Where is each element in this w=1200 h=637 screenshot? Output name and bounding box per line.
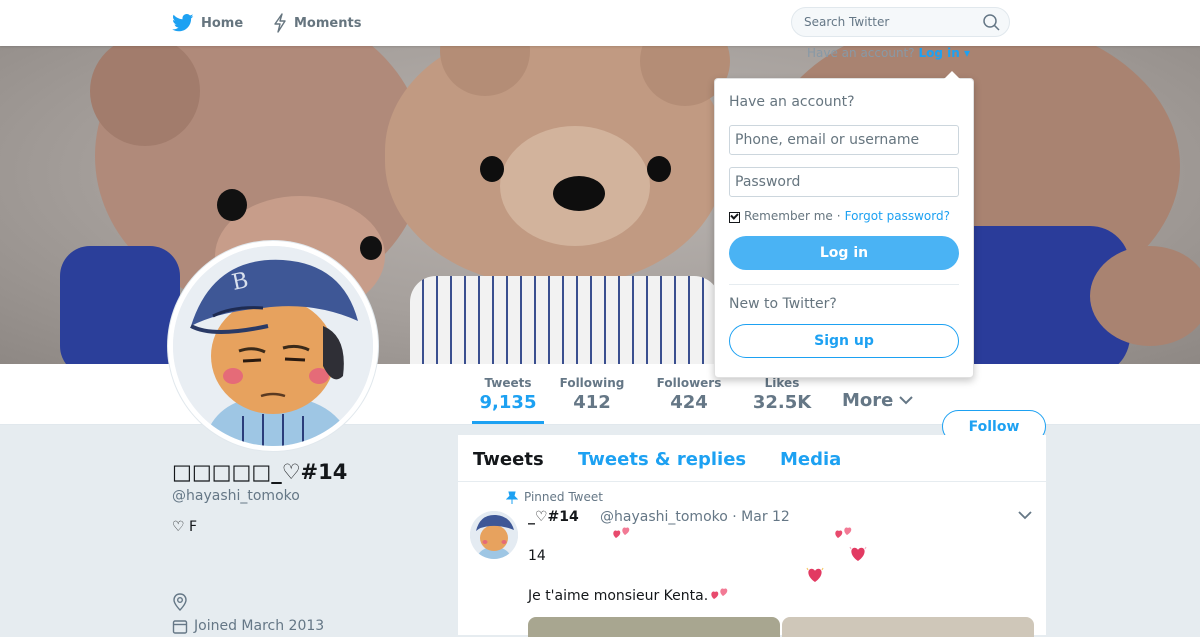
tab-tweets[interactable]: Tweets bbox=[473, 449, 544, 470]
stat-label: Followers bbox=[656, 376, 722, 390]
stat-following[interactable]: Following 412 bbox=[557, 364, 627, 424]
calendar-icon bbox=[172, 620, 188, 634]
top-nav-bar: Home Moments bbox=[0, 0, 1200, 46]
nav-home[interactable]: Home bbox=[172, 0, 243, 46]
more-button[interactable]: More bbox=[842, 390, 914, 411]
divider bbox=[729, 284, 959, 285]
banner-bear-left-eye bbox=[217, 189, 247, 221]
stat-label: Tweets bbox=[484, 376, 532, 390]
joined-date: Joined March 2013 bbox=[194, 618, 325, 634]
banner-bear-left-eye-2 bbox=[360, 236, 382, 260]
search-input[interactable] bbox=[792, 8, 984, 36]
twitter-bird-icon bbox=[172, 14, 194, 32]
profile-handle[interactable]: @hayashi_tomoko bbox=[172, 488, 300, 504]
tab-media[interactable]: Media bbox=[780, 449, 841, 470]
login-title: Have an account? bbox=[729, 94, 855, 110]
login-button[interactable]: Log in bbox=[729, 236, 959, 270]
banner-bear-center-nose bbox=[553, 176, 605, 211]
tweet-media-strip[interactable] bbox=[528, 617, 1034, 637]
sparkling-heart-icon bbox=[806, 567, 824, 582]
sparkling-heart-icon bbox=[849, 546, 867, 561]
stat-value: 424 bbox=[670, 392, 708, 413]
stat-value: 9,135 bbox=[479, 392, 537, 413]
search-icon[interactable] bbox=[983, 14, 1000, 31]
tweet-media-image[interactable] bbox=[782, 617, 1034, 637]
stat-label: Following bbox=[559, 376, 625, 390]
banner-bear-right-paw bbox=[1090, 246, 1200, 346]
pinned-indicator: Pinned Tweet bbox=[506, 490, 603, 504]
joined-row: Joined March 2013 bbox=[172, 618, 324, 634]
username-field[interactable] bbox=[729, 125, 959, 155]
tweet-media-image[interactable] bbox=[528, 617, 780, 637]
tweet-avatar[interactable] bbox=[470, 511, 518, 559]
profile-avatar[interactable]: B bbox=[168, 241, 378, 451]
tweet-text-line-2-row: Je t'aime monsieur Kenta. bbox=[528, 587, 730, 605]
remember-separator: · bbox=[836, 209, 841, 223]
tweet-text-line-2: Je t'aime monsieur Kenta. bbox=[528, 588, 709, 604]
stat-value: 412 bbox=[573, 392, 611, 413]
more-label: More bbox=[842, 390, 894, 411]
account-prompt: Have an account? bbox=[807, 46, 915, 60]
banner-bear-left-shirt bbox=[60, 246, 180, 364]
heart-icon bbox=[835, 527, 852, 538]
nav-home-label: Home bbox=[201, 15, 244, 31]
nav-moments[interactable]: Moments bbox=[273, 0, 361, 46]
dropdown-caret bbox=[944, 71, 960, 79]
stat-label: Likes bbox=[764, 376, 800, 390]
lightning-icon bbox=[274, 13, 286, 33]
tweet-meta[interactable]: @hayashi_tomoko · Mar 12 bbox=[600, 509, 790, 525]
login-link[interactable]: Log in ▾ bbox=[918, 46, 970, 60]
location-row bbox=[172, 593, 188, 615]
timeline: Tweets Tweets & replies Media Pinned Twe… bbox=[458, 435, 1046, 637]
profile-name[interactable]: □□□□□_♡#14 bbox=[172, 460, 347, 484]
heart-icon bbox=[613, 527, 630, 538]
remember-row: Remember me · Forgot password? bbox=[729, 209, 950, 223]
new-to-twitter-label: New to Twitter? bbox=[729, 296, 837, 312]
two-hearts-icon bbox=[711, 588, 728, 599]
account-login-link[interactable]: Have an account? Log in ▾ bbox=[807, 46, 970, 60]
nav-moments-label: Moments bbox=[294, 15, 362, 31]
location-pin-icon bbox=[173, 593, 187, 611]
stat-tweets[interactable]: Tweets 9,135 bbox=[472, 364, 544, 424]
password-field[interactable] bbox=[729, 167, 959, 197]
tab-tweets-replies[interactable]: Tweets & replies bbox=[578, 449, 746, 470]
timeline-tabs: Tweets Tweets & replies Media bbox=[458, 435, 1046, 482]
signup-button[interactable]: Sign up bbox=[729, 324, 959, 358]
banner-bear-center-shirt bbox=[410, 276, 720, 364]
avatar-illustration: B bbox=[173, 246, 373, 446]
tweet-text-line-1: 14 bbox=[528, 548, 546, 564]
remember-checkbox[interactable] bbox=[729, 211, 740, 223]
tweet-author-name[interactable]: _♡#14 bbox=[528, 509, 579, 525]
pin-icon bbox=[506, 491, 518, 504]
profile-bio: ♡ F bbox=[172, 519, 198, 535]
search-box bbox=[791, 7, 1010, 37]
login-dropdown: Have an account? Remember me · Forgot pa… bbox=[714, 71, 974, 378]
banner-bear-center-eye bbox=[480, 156, 504, 182]
forgot-password-link[interactable]: Forgot password? bbox=[845, 209, 950, 223]
banner-bear-center-eye-2 bbox=[647, 156, 671, 182]
stat-value: 32.5K bbox=[752, 392, 812, 413]
pinned-label: Pinned Tweet bbox=[524, 490, 603, 504]
chevron-down-icon bbox=[899, 396, 914, 405]
tweet-avatar-image bbox=[470, 511, 518, 559]
remember-label[interactable]: Remember me bbox=[744, 209, 833, 223]
avatar-image: B bbox=[173, 246, 373, 446]
chevron-down-icon[interactable] bbox=[1018, 511, 1032, 520]
